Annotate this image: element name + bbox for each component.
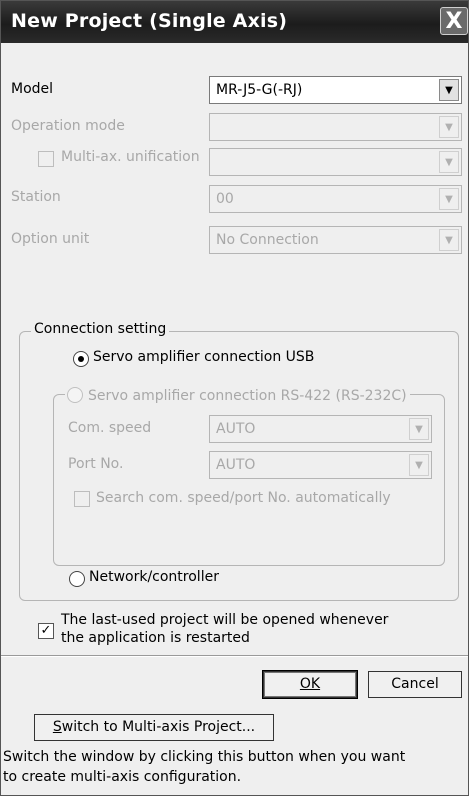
- ok-button[interactable]: OK: [262, 670, 358, 699]
- option-unit-select[interactable]: No Connection ▼: [209, 226, 462, 254]
- switch-label: witch to Multi-axis Project...: [61, 719, 256, 735]
- com-speed-value: AUTO: [216, 421, 256, 437]
- chevron-down-icon[interactable]: ▼: [439, 188, 459, 210]
- chevron-down-icon[interactable]: ▼: [439, 229, 459, 251]
- dialog-title: New Project (Single Axis): [11, 10, 288, 32]
- title-bar[interactable]: New Project (Single Axis) X: [1, 1, 468, 43]
- chevron-down-icon[interactable]: ▼: [439, 151, 459, 173]
- checkmark-icon: ✓: [40, 623, 52, 638]
- usb-radio[interactable]: [73, 351, 89, 367]
- rs422-radio[interactable]: [67, 387, 83, 403]
- multi-axis-select[interactable]: ▼: [209, 148, 462, 176]
- com-speed-label: Com. speed: [68, 420, 152, 436]
- port-no-select[interactable]: AUTO ▼: [209, 451, 432, 479]
- rs422-legend: Servo amplifier connection RS-422 (RS-23…: [65, 384, 410, 404]
- network-radio[interactable]: [69, 571, 85, 587]
- rs422-label: Servo amplifier connection RS-422 (RS-23…: [88, 388, 407, 404]
- port-no-label: Port No.: [68, 456, 124, 472]
- reopen-label: The last-used project will be opened whe…: [61, 611, 388, 647]
- station-value: 00: [216, 191, 234, 207]
- separator: [1, 655, 468, 657]
- reopen-line1: The last-used project will be opened whe…: [61, 612, 389, 628]
- chevron-down-icon[interactable]: ▼: [409, 418, 429, 440]
- model-label: Model: [11, 81, 54, 97]
- station-select[interactable]: 00 ▼: [209, 185, 462, 213]
- search-auto-checkbox[interactable]: [74, 491, 90, 507]
- chevron-down-icon[interactable]: ▼: [439, 79, 459, 101]
- network-label: Network/controller: [89, 569, 219, 585]
- option-unit-label: Option unit: [11, 231, 90, 247]
- reopen-checkbox[interactable]: ✓: [38, 623, 54, 639]
- switch-hint: Switch the window by clicking this butto…: [3, 747, 465, 787]
- station-label: Station: [11, 189, 61, 205]
- multi-axis-checkbox[interactable]: [38, 151, 54, 167]
- usb-label: Servo amplifier connection USB: [93, 349, 315, 365]
- new-project-dialog: New Project (Single Axis) X Model MR-J5-…: [0, 0, 469, 796]
- model-value: MR-J5-G(-RJ): [216, 82, 303, 98]
- cancel-label: Cancel: [391, 676, 439, 692]
- port-no-value: AUTO: [216, 457, 256, 473]
- search-auto-label: Search com. speed/port No. automatically: [96, 490, 391, 506]
- reopen-line2: the application is restarted: [61, 630, 250, 646]
- switch-hint-line2: to create multi-axis configuration.: [3, 769, 242, 785]
- multi-axis-label: Multi-ax. unification: [61, 149, 200, 165]
- chevron-down-icon[interactable]: ▼: [409, 454, 429, 476]
- close-icon: X: [445, 9, 463, 34]
- switch-hint-line1: Switch the window by clicking this butto…: [3, 749, 406, 765]
- operation-mode-select[interactable]: ▼: [209, 113, 462, 141]
- connection-setting-legend: Connection setting: [31, 321, 170, 337]
- ok-label: OK: [299, 676, 321, 692]
- operation-mode-label: Operation mode: [11, 118, 125, 134]
- model-select[interactable]: MR-J5-G(-RJ) ▼: [209, 76, 462, 104]
- close-button[interactable]: X: [440, 7, 468, 35]
- com-speed-select[interactable]: AUTO ▼: [209, 415, 432, 443]
- cancel-button[interactable]: Cancel: [368, 671, 462, 698]
- switch-mnemonic: S: [52, 719, 62, 735]
- option-unit-value: No Connection: [216, 232, 319, 248]
- switch-multi-axis-button[interactable]: Switch to Multi-axis Project...: [34, 714, 274, 741]
- chevron-down-icon[interactable]: ▼: [439, 116, 459, 138]
